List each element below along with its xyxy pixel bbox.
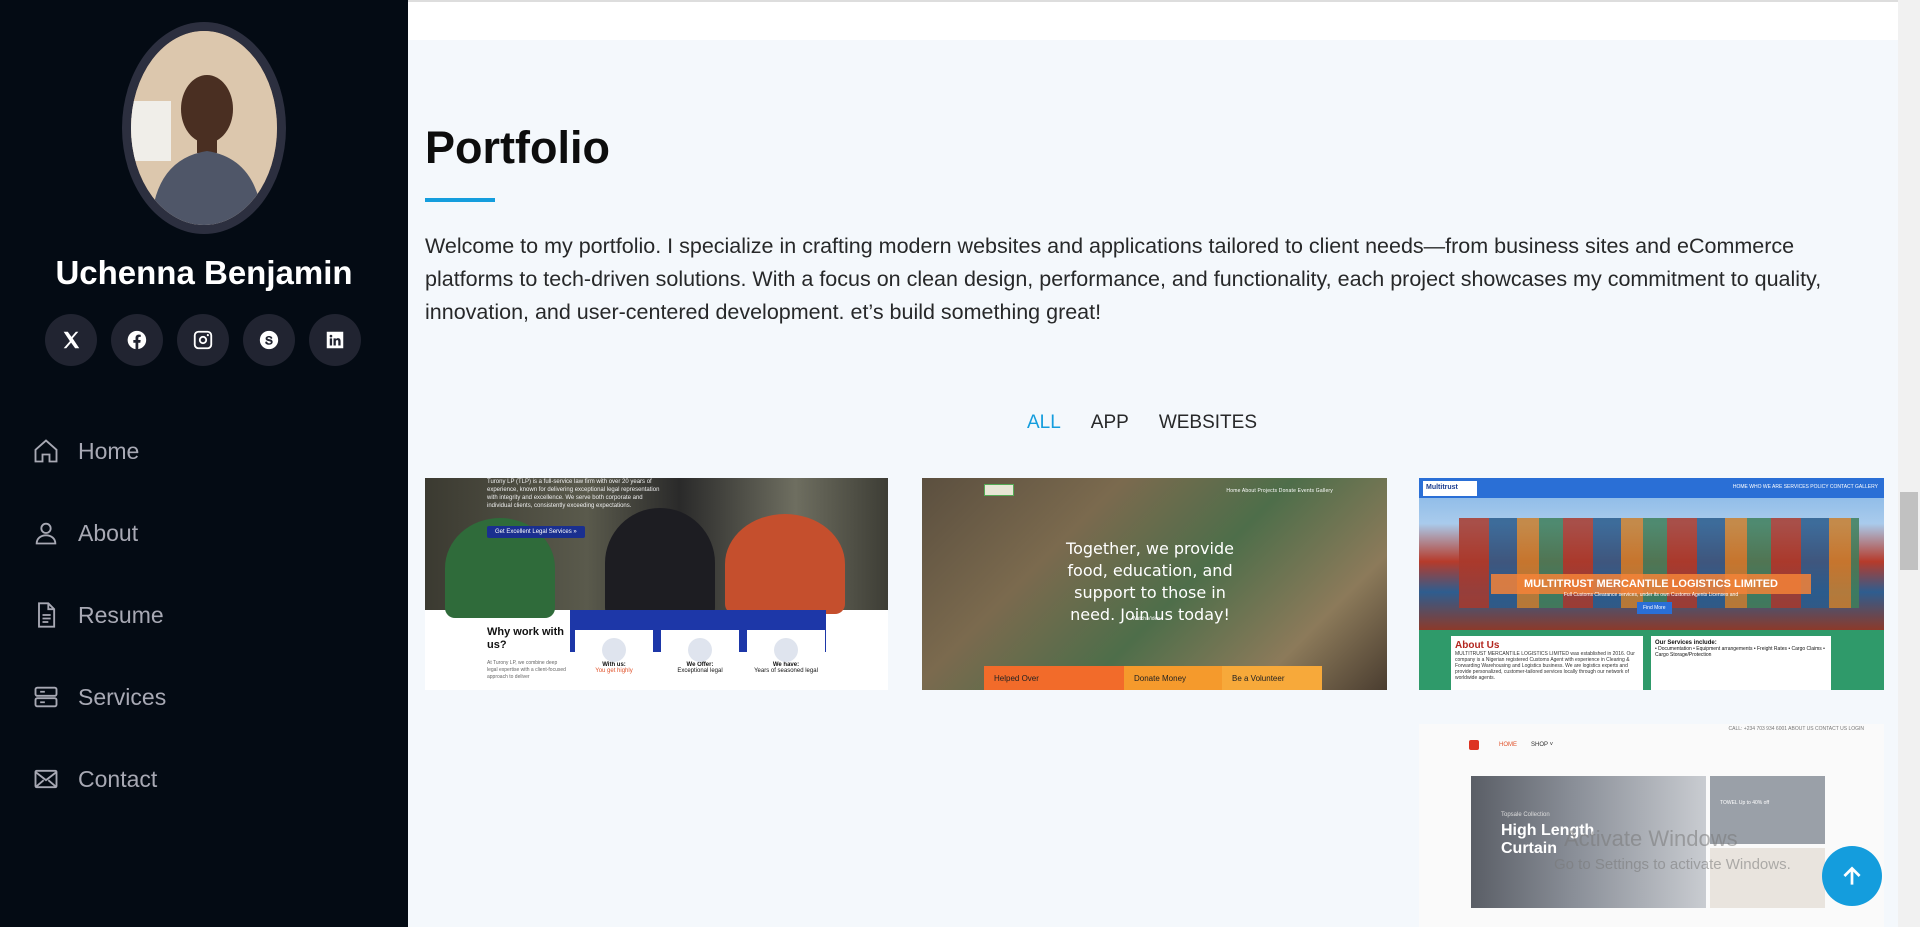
scrollbar-thumb[interactable] — [1900, 492, 1918, 570]
nav-label-contact: Contact — [78, 765, 158, 792]
nav-item-resume[interactable]: Resume — [32, 574, 166, 656]
card-intro-text: Turony LP (TLP) is a full-service law fi… — [487, 479, 660, 509]
scrollbar-track[interactable] — [1898, 0, 1920, 927]
photo-person-3 — [725, 514, 845, 614]
social-links — [45, 314, 361, 366]
shop-utility-bar: CALL: +234 703 934 6001 ABOUT US CONTACT… — [1728, 726, 1864, 732]
activation-watermark-sub: Go to Settings to activate Windows. — [1554, 856, 1791, 873]
nav-item-home[interactable]: Home — [32, 410, 166, 492]
person-icon — [35, 522, 57, 545]
logistics-logo: Multitrust — [1423, 481, 1477, 496]
charity-nav: Home About Projects Donate Events Galler… — [1226, 488, 1333, 494]
back-to-top-button[interactable] — [1822, 846, 1882, 906]
hero-kicker: Topsale Collection — [1501, 812, 1550, 818]
portfolio-card-logistics[interactable]: Multitrust HOME WHO WE ARE SERVICES POLI… — [1419, 478, 1884, 690]
portfolio-filters: ALL APP WEBSITES — [408, 412, 1876, 434]
instagram-link[interactable] — [177, 314, 229, 366]
x-link[interactable] — [45, 314, 97, 366]
logistics-banner: MULTITRUST MERCANTILE LOGISTICS LIMITED — [1491, 574, 1811, 594]
about-box: About Us MULTITRUST MERCANTILE LOGISTICS… — [1451, 636, 1643, 690]
avatar — [131, 31, 277, 225]
shop-logo — [1469, 740, 1479, 750]
feature-sub: You get highly — [595, 668, 633, 674]
section-title: Portfolio — [425, 122, 610, 173]
nav-item-about[interactable]: About — [32, 492, 166, 574]
services-box: Our Services include: • Documentation • … — [1651, 636, 1831, 690]
filter-websites[interactable]: WEBSITES — [1159, 412, 1257, 434]
find-more-button: Find More — [1637, 602, 1672, 614]
nav-item-services[interactable]: Services — [32, 656, 166, 738]
feature-box: With us: You get highly — [575, 630, 653, 690]
envelope-icon — [34, 769, 58, 789]
avatar-illustration — [131, 31, 277, 225]
facebook-icon — [127, 330, 147, 350]
card-heading: Why work with us? — [487, 626, 564, 651]
charity-bar-volunteer: Be a Volunteer — [1222, 666, 1322, 690]
facebook-link[interactable] — [111, 314, 163, 366]
avatar-frame — [122, 22, 286, 234]
portfolio-card-legal[interactable]: Turony LP (TLP) is a full-service law fi… — [425, 478, 888, 690]
server-icon — [34, 686, 58, 708]
nav-label-resume: Resume — [78, 601, 164, 628]
skype-icon — [259, 330, 279, 350]
filter-app[interactable]: APP — [1091, 412, 1129, 434]
filter-all[interactable]: ALL — [1027, 412, 1061, 434]
charity-headline: Together, we provide food, education, an… — [1066, 539, 1234, 624]
instagram-icon — [193, 330, 213, 350]
nav-label-home: Home — [78, 437, 140, 464]
arrow-up-icon — [1843, 866, 1861, 885]
title-underline — [425, 198, 495, 202]
charity-bar-helped: Helped Over — [984, 666, 1124, 690]
nav-item-contact[interactable]: Contact — [32, 738, 166, 820]
card-subtext: At Turony LP, we combine deep legal expe… — [487, 660, 566, 680]
logistics-nav: HOME WHO WE ARE SERVICES POLICY CONTACT … — [1732, 484, 1878, 490]
feature-sub: Years of seasoned legal — [754, 668, 818, 674]
feature-icon — [688, 638, 712, 662]
x-icon — [63, 331, 80, 349]
house-icon — [34, 439, 58, 463]
profile-name: Uchenna Benjamin — [55, 254, 353, 291]
linkedin-icon — [326, 331, 344, 349]
watch-video-link: Watch Video — [1132, 616, 1161, 622]
portfolio-intro: Welcome to my portfolio. I specialize in… — [425, 234, 1822, 324]
feature-icon — [602, 638, 626, 662]
skype-link[interactable] — [243, 314, 295, 366]
shop-nav-home: HOME — [1499, 742, 1517, 748]
previous-section-edge — [408, 0, 1900, 40]
charity-bar-donate: Donate Money — [1124, 666, 1222, 690]
feature-box: We have: Years of seasoned legal — [747, 630, 825, 690]
charity-logo — [984, 484, 1014, 496]
sidebar: Uchenna Benjamin Home About Resume Servi… — [0, 0, 408, 927]
feature-icon — [774, 638, 798, 662]
about-text: MULTITRUST MERCANTILE LOGISTICS LIMITED … — [1455, 651, 1635, 681]
logistics-banner-sub: Full Customs Clearance services, under i… — [1563, 592, 1739, 598]
side-nav: Home About Resume Services Contact — [32, 410, 166, 820]
legal-cta-button: Get Excellent Legal Services » — [487, 526, 585, 538]
activation-watermark: Activate Windows — [1564, 826, 1738, 851]
photo-person-2 — [605, 508, 715, 618]
portfolio-section: Portfolio Welcome to my portfolio. I spe… — [408, 40, 1900, 927]
services-list: • Documentation • Equipment arrangements… — [1655, 646, 1825, 658]
shop-nav-shop: SHOP ˅ — [1531, 742, 1554, 748]
side-banner-text: TOWEL Up to 40% off — [1720, 800, 1770, 806]
linkedin-link[interactable] — [309, 314, 361, 366]
feature-sub: Exceptional legal — [677, 668, 723, 674]
about-title: About Us — [1455, 640, 1500, 651]
nav-label-about: About — [78, 519, 139, 546]
portfolio-card-charity[interactable]: Home About Projects Donate Events Galler… — [922, 478, 1387, 690]
feature-box: We Offer: Exceptional legal — [661, 630, 739, 690]
nav-label-services: Services — [78, 683, 167, 710]
file-icon — [38, 602, 56, 628]
card-photo: Turony LP (TLP) is a full-service law fi… — [425, 478, 888, 618]
